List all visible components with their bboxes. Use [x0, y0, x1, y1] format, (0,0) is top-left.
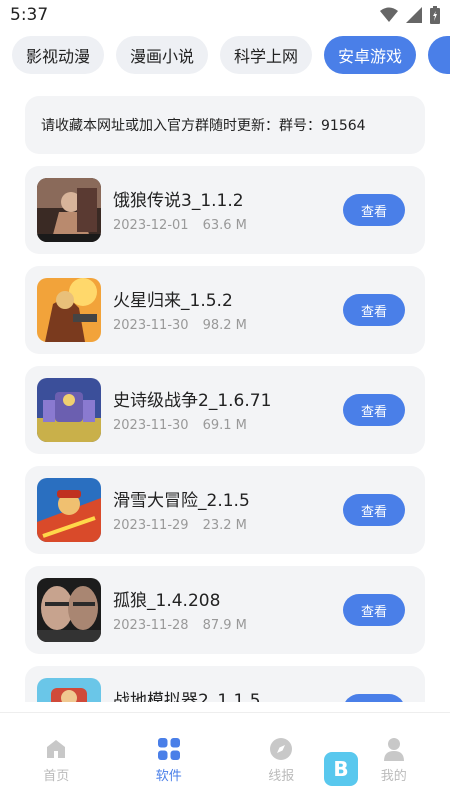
- nav-home[interactable]: 首页: [0, 713, 113, 800]
- tab-label: 影视动漫: [26, 47, 91, 66]
- item-date: 2023-11-30: [113, 318, 189, 333]
- view-button[interactable]: 查看: [343, 494, 405, 526]
- list-item[interactable]: 孤狼_1.4.208 2023-11-28 87.9 M 查看: [25, 566, 425, 654]
- list-item[interactable]: 火星归来_1.5.2 2023-11-30 98.2 M 查看: [25, 266, 425, 354]
- tab-label: 漫画小说: [130, 47, 195, 66]
- category-tabs: 影视动漫 漫画小说 科学上网 安卓游戏: [0, 36, 450, 76]
- compass-icon: [270, 738, 293, 760]
- status-bar: 5:37: [0, 0, 450, 30]
- nav-label: 我的: [380, 769, 407, 784]
- floating-app-badge-icon[interactable]: B: [324, 752, 358, 786]
- tab-film-anime[interactable]: 影视动漫: [12, 36, 105, 74]
- ski-adventure-icon: [37, 478, 101, 542]
- status-icons: [380, 6, 440, 24]
- status-time: 5:37: [10, 5, 49, 25]
- list-item[interactable]: 战地模拟器2_1.1.5 查看: [25, 666, 425, 702]
- tab-vpn[interactable]: 科学上网: [220, 36, 313, 74]
- lone-wolf-icon: [37, 578, 101, 642]
- nav-software[interactable]: 软件: [113, 713, 226, 800]
- battery-icon: [430, 6, 440, 24]
- item-meta: 2023-11-28 87.9 M: [113, 618, 247, 633]
- profile-icon: [383, 738, 404, 761]
- tab-comic-novel[interactable]: 漫画小说: [116, 36, 209, 74]
- item-title: 滑雪大冒险_2.1.5: [113, 491, 250, 511]
- item-title: 孤狼_1.4.208: [113, 591, 221, 611]
- item-date: 2023-11-29: [113, 518, 189, 533]
- tab-android-games[interactable]: 安卓游戏: [324, 36, 417, 74]
- wifi-icon: [380, 7, 398, 22]
- tab-label: 科学上网: [234, 47, 299, 66]
- nav-label: 线报: [268, 769, 295, 784]
- item-date: 2023-12-01: [113, 218, 189, 233]
- signal-icon: [406, 7, 422, 23]
- home-icon: [47, 740, 66, 758]
- grid-icon: [157, 738, 180, 760]
- mech-war-icon: [37, 378, 101, 442]
- item-title: 战地模拟器2_1.1.5: [113, 691, 261, 702]
- notice-text: 请收藏本网址或加入官方群随时更新：群号：91564: [41, 118, 366, 134]
- item-meta: 2023-12-01 63.6 M: [113, 218, 247, 233]
- battle-sim-icon: [37, 678, 101, 702]
- item-title: 史诗级战争2_1.6.71: [113, 391, 272, 411]
- nav-news[interactable]: 线报: [225, 713, 338, 800]
- item-date: 2023-11-30: [113, 418, 189, 433]
- view-button[interactable]: 查看: [343, 194, 405, 226]
- list-item[interactable]: 饿狼传说3_1.1.2 2023-12-01 63.6 M 查看: [25, 166, 425, 254]
- view-button[interactable]: 查看: [343, 294, 405, 326]
- mars-game-icon: [37, 278, 101, 342]
- item-meta: 2023-11-29 23.2 M: [113, 518, 247, 533]
- item-size: 98.2 M: [202, 318, 247, 333]
- game-list: 饿狼传说3_1.1.2 2023-12-01 63.6 M 查看 火星归来_1.5…: [25, 166, 425, 702]
- item-size: 63.6 M: [202, 218, 247, 233]
- list-item[interactable]: 滑雪大冒险_2.1.5 2023-11-29 23.2 M 查看: [25, 466, 425, 554]
- tab-label: 安卓游戏: [338, 47, 403, 66]
- view-button[interactable]: 查看: [343, 394, 405, 426]
- nav-label: 首页: [43, 769, 70, 784]
- item-meta: 2023-11-30 98.2 M: [113, 318, 247, 333]
- item-title: 火星归来_1.5.2: [113, 291, 233, 311]
- item-size: 87.9 M: [202, 618, 247, 633]
- view-button[interactable]: 查看: [343, 594, 405, 626]
- item-size: 23.2 M: [202, 518, 247, 533]
- item-size: 69.1 M: [202, 418, 247, 433]
- item-date: 2023-11-28: [113, 618, 189, 633]
- bottom-nav: 首页 软件 线报 我的: [0, 712, 450, 800]
- item-meta: 2023-11-30 69.1 M: [113, 418, 247, 433]
- view-button[interactable]: 查看: [343, 694, 405, 702]
- list-item[interactable]: 史诗级战争2_1.6.71 2023-11-30 69.1 M 查看: [25, 366, 425, 454]
- nav-label: 软件: [155, 769, 182, 784]
- notice-banner: 请收藏本网址或加入官方群随时更新：群号：91564: [25, 96, 425, 154]
- fighter-game-icon: [37, 178, 101, 242]
- tab-next-partial[interactable]: [428, 36, 450, 74]
- item-title: 饿狼传说3_1.1.2: [113, 191, 244, 211]
